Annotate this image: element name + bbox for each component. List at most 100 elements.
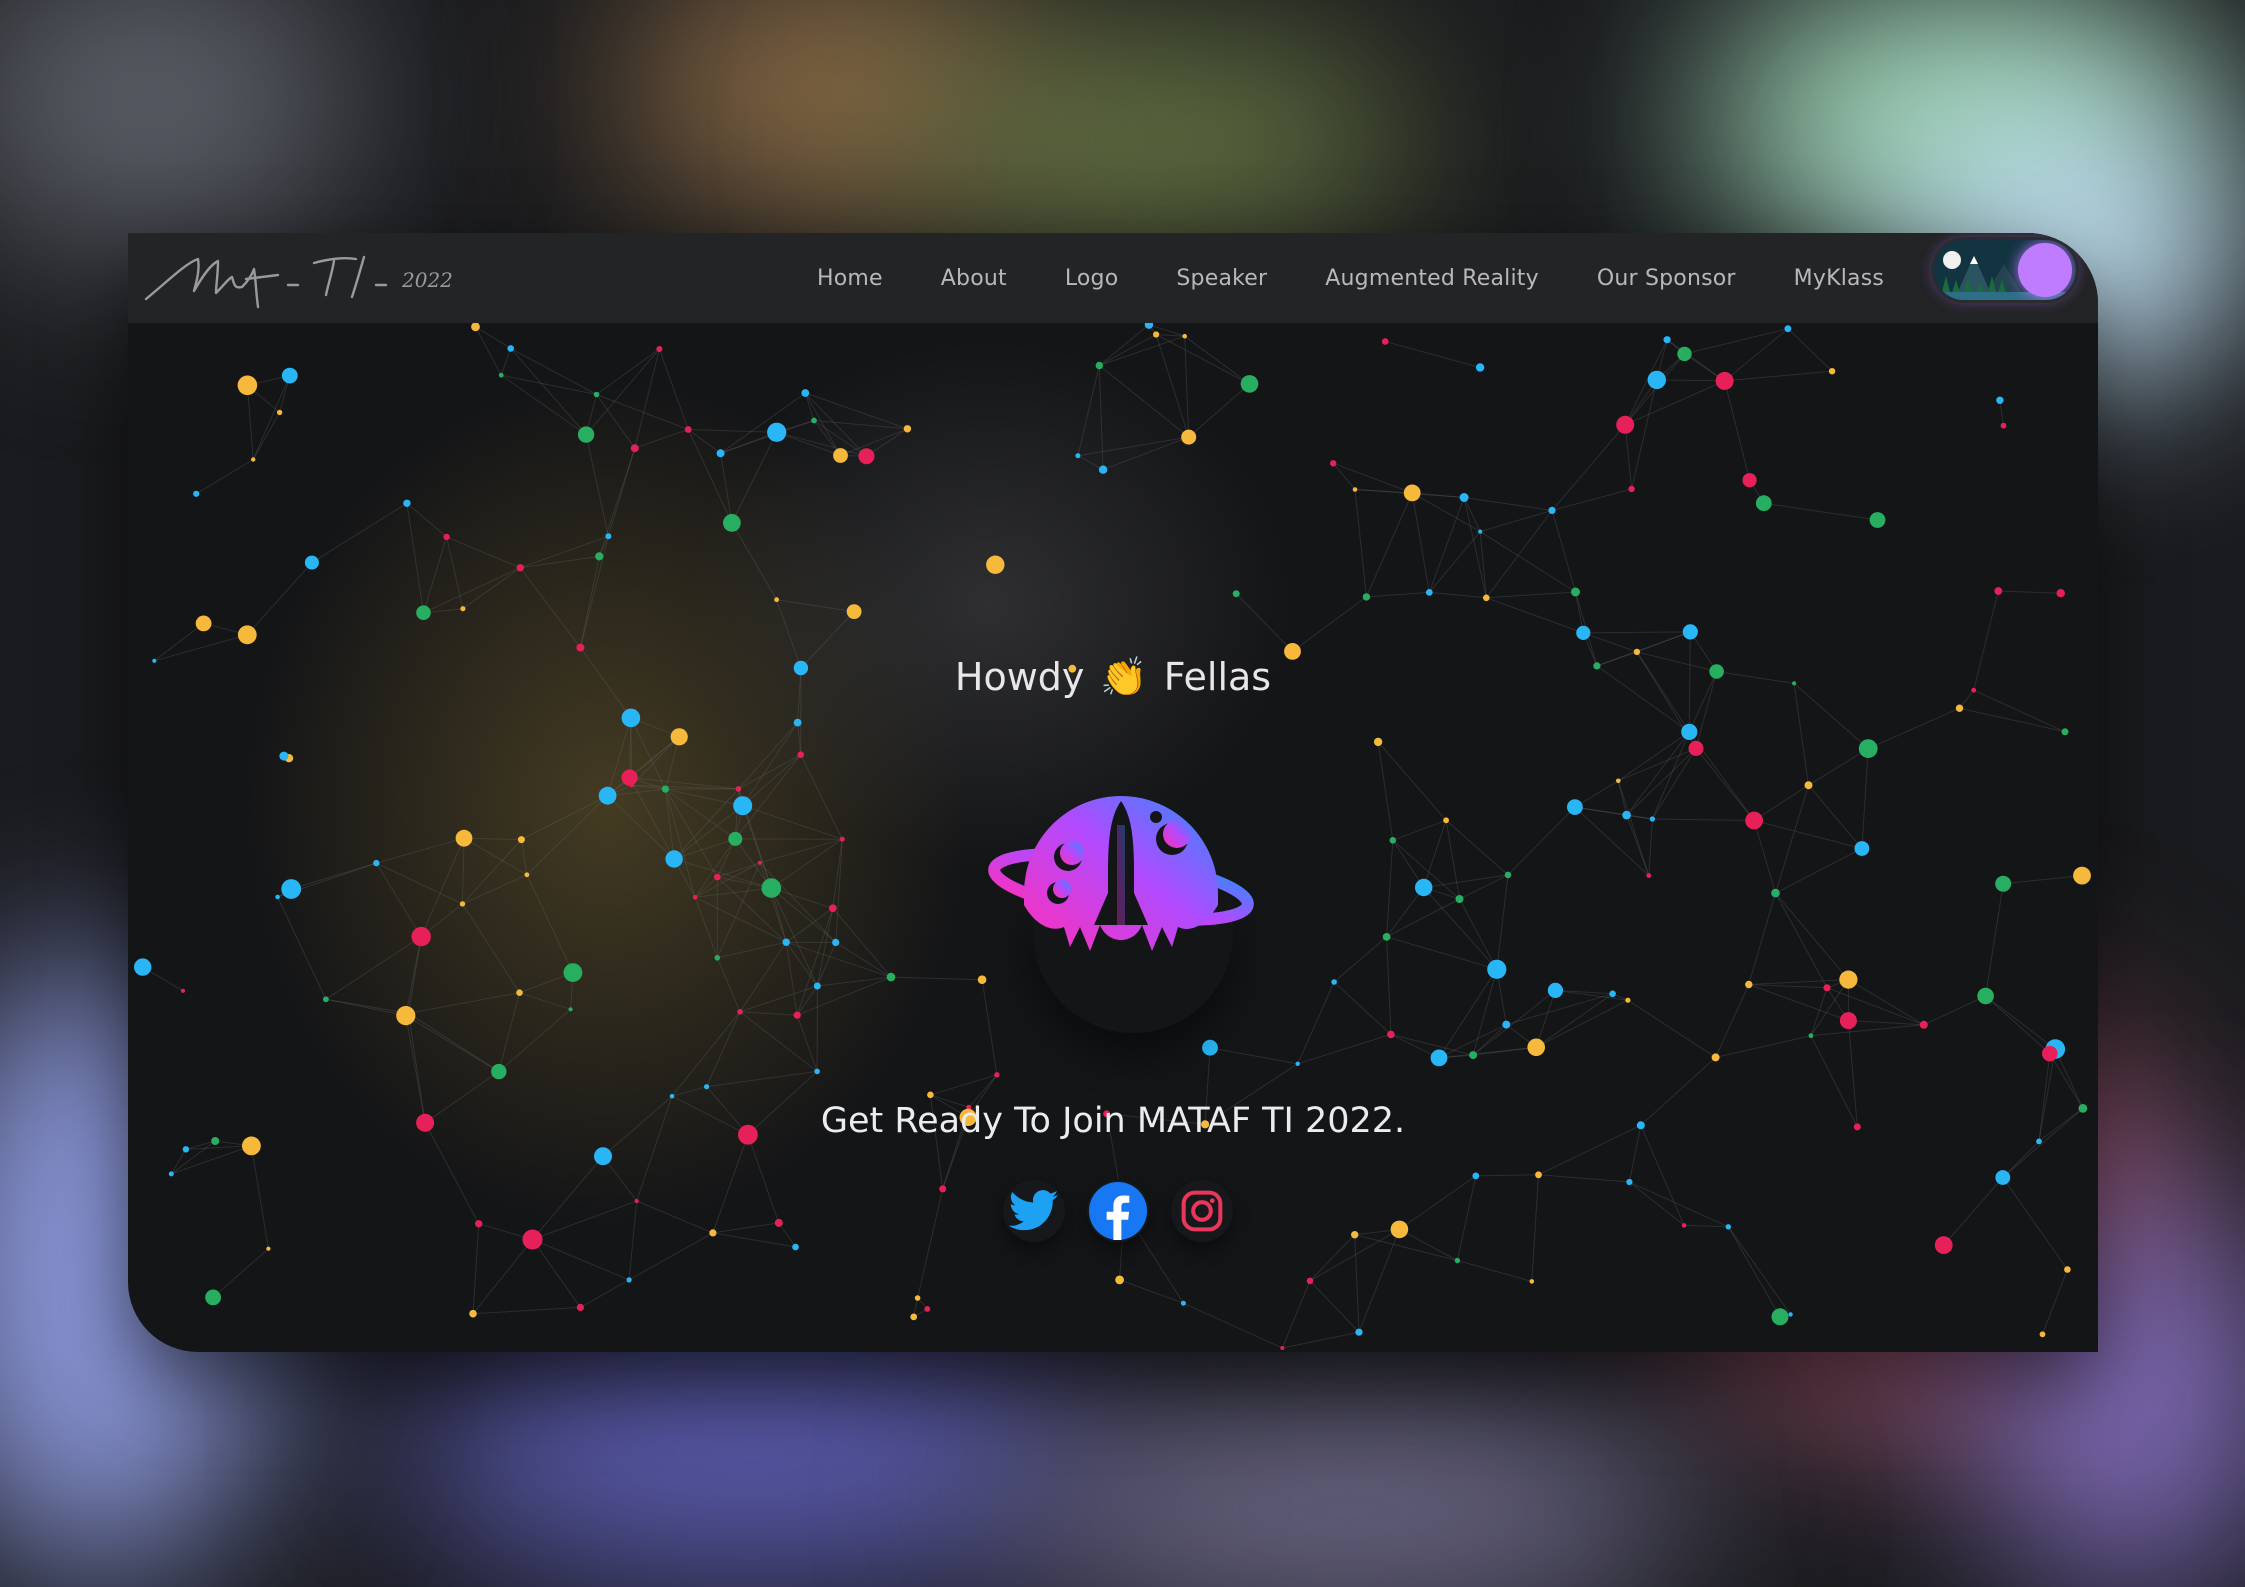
network-link	[1985, 883, 2004, 997]
network-particle	[1995, 1170, 2011, 1185]
network-particle	[1934, 1236, 1953, 1254]
network-particle	[2064, 1266, 2071, 1273]
twitter-button[interactable]	[1003, 1180, 1065, 1242]
network-particle	[1527, 1038, 1545, 1057]
network-particle	[1994, 587, 2003, 595]
brand-signature-logo[interactable]: 2022	[138, 241, 518, 317]
network-particle	[1996, 396, 2004, 404]
network-particle	[568, 1007, 573, 1012]
network-link	[1775, 785, 1809, 894]
network-link	[1281, 1280, 1311, 1349]
network-particle	[577, 426, 595, 443]
network-particle	[709, 1229, 717, 1237]
network-particle	[180, 988, 186, 993]
network-particle	[670, 728, 688, 746]
network-particle	[403, 499, 411, 507]
network-particle	[168, 1171, 174, 1177]
facebook-icon	[1089, 1182, 1147, 1240]
network-particle	[598, 786, 617, 805]
network-link	[1867, 707, 1960, 750]
network-link	[1386, 898, 1460, 938]
network-particle	[793, 718, 802, 727]
network-particle	[1622, 810, 1631, 820]
nav-speaker[interactable]: Speaker	[1176, 266, 1267, 291]
network-particle	[1804, 781, 1813, 790]
network-link	[712, 1232, 796, 1248]
network-link	[2002, 1141, 2040, 1178]
network-particle	[1625, 997, 1631, 1003]
network-link	[1648, 818, 1653, 876]
network-particle	[251, 457, 256, 462]
network-link	[1748, 984, 1828, 989]
instagram-button[interactable]	[1171, 1180, 1233, 1242]
network-particle	[593, 391, 600, 398]
network-particle	[924, 1306, 931, 1312]
network-particle	[1955, 704, 1964, 712]
network-particle	[1095, 361, 1103, 370]
top-navbar: 2022 Home About Logo Speaker Augmented R…	[128, 233, 2098, 323]
network-particle	[1663, 336, 1671, 344]
toggle-knob[interactable]	[2018, 243, 2072, 297]
network-particle	[1098, 465, 1108, 474]
network-particle	[903, 425, 912, 433]
network-particle	[1681, 1223, 1687, 1228]
nav-home[interactable]: Home	[817, 266, 883, 291]
network-particle	[195, 615, 212, 632]
network-particle	[275, 894, 280, 900]
network-link	[1998, 590, 2061, 594]
network-particle	[656, 346, 663, 352]
network-particle	[266, 1246, 271, 1251]
nav-augmented-reality[interactable]: Augmented Reality	[1325, 266, 1539, 291]
rocket-planet-logo-icon[interactable]	[986, 775, 1256, 975]
network-link	[1475, 1174, 1539, 1177]
network-particle	[1502, 1020, 1511, 1029]
network-link	[1727, 1226, 1792, 1315]
network-particle	[1373, 737, 1383, 747]
network-link	[1366, 591, 1430, 598]
network-link	[1473, 1046, 1537, 1056]
network-particle	[1240, 375, 1259, 393]
network-link	[1399, 1228, 1458, 1261]
network-link	[981, 979, 998, 1075]
network-particle	[735, 786, 742, 792]
network-link	[580, 1279, 630, 1308]
theme-toggle[interactable]	[1934, 240, 2076, 300]
network-particle	[774, 597, 779, 603]
network-particle	[714, 955, 721, 961]
network-link	[1297, 981, 1335, 1065]
network-particle	[517, 836, 525, 844]
network-link	[472, 1306, 581, 1315]
nav-our-sponsor[interactable]: Our Sponsor	[1597, 266, 1736, 291]
hero-tagline: Get Ready To Join MATAF TI 2022.	[820, 1101, 1406, 1141]
nav-myklass[interactable]: MyKlass	[1794, 266, 1884, 291]
network-particle	[576, 1303, 584, 1311]
network-particle	[276, 409, 283, 416]
network-link	[1496, 874, 1509, 970]
network-particle	[757, 860, 762, 865]
network-link	[1486, 597, 1584, 634]
network-link	[1538, 1174, 1630, 1183]
facebook-button[interactable]	[1087, 1180, 1149, 1242]
network-particle	[281, 879, 302, 899]
network-particle	[1487, 959, 1507, 979]
network-particle	[833, 448, 848, 463]
network-particle	[1626, 1178, 1633, 1186]
nav-about[interactable]: About	[941, 266, 1007, 291]
network-particle	[1725, 1224, 1732, 1230]
nav-logo[interactable]: Logo	[1065, 266, 1119, 291]
network-link	[1297, 1033, 1392, 1065]
network-particle	[576, 643, 585, 652]
network-link	[778, 1222, 796, 1248]
network-link	[1684, 1224, 1729, 1228]
network-particle	[621, 708, 641, 728]
network-particle	[469, 1309, 477, 1318]
backdrop-blob	[400, 1320, 1100, 1580]
network-link	[1184, 335, 1250, 385]
network-particle	[237, 375, 258, 396]
greeting-howdy: Howdy	[954, 655, 1085, 699]
network-particle	[459, 901, 466, 907]
network-link	[1486, 591, 1576, 599]
network-particle	[1355, 1328, 1363, 1336]
network-particle	[1381, 338, 1389, 345]
network-link	[1438, 969, 1498, 1059]
